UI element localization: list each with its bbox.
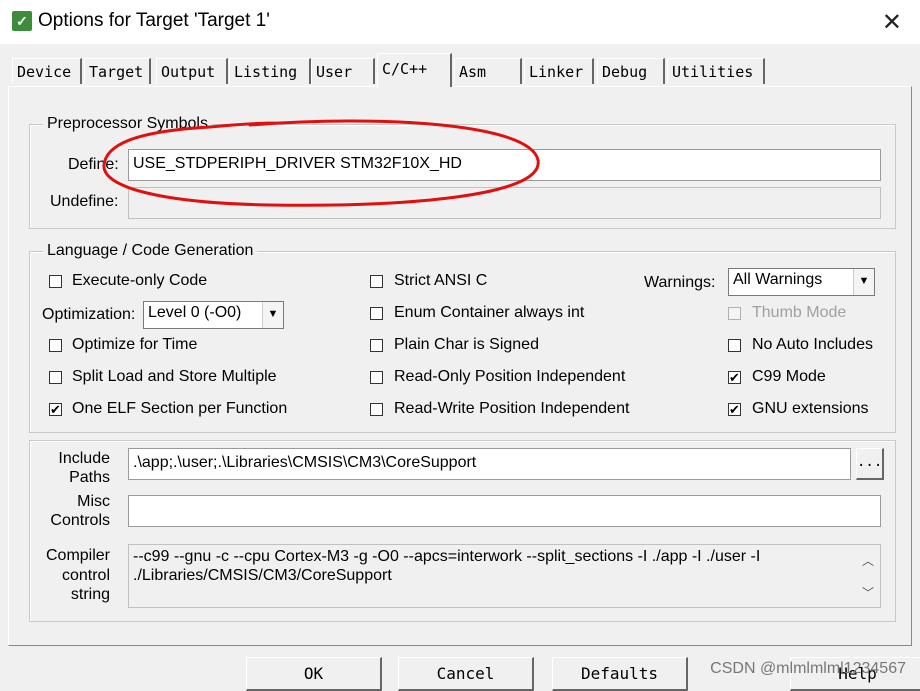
ok-button[interactable]: OK	[246, 657, 382, 691]
compiler-string-line-1: --c99 --gnu -c --cpu Cortex-M3 -g -O0 --…	[133, 548, 761, 565]
browse-include-button[interactable]: ...	[856, 448, 884, 480]
gnu-ext-checkbox[interactable]: ✔	[728, 403, 741, 416]
one-elf-label: One ELF Section per Function	[72, 400, 288, 417]
tab-asm[interactable]: Asm	[454, 58, 522, 84]
enum-container-checkbox[interactable]	[370, 307, 383, 320]
checkmark-icon: ✔	[729, 402, 740, 417]
split-load-label: Split Load and Store Multiple	[72, 368, 277, 385]
compiler-label-2: control	[61, 567, 110, 584]
split-load-checkbox[interactable]	[49, 371, 62, 384]
undefine-input[interactable]	[128, 187, 881, 219]
define-input[interactable]: USE_STDPERIPH_DRIVER STM32F10X_HD	[128, 149, 881, 181]
misc-label-2: Controls	[50, 512, 110, 529]
window-title: Options for Target 'Target 1'	[38, 10, 270, 31]
enum-container-label: Enum Container always int	[394, 304, 585, 321]
execute-only-checkbox[interactable]	[49, 275, 62, 288]
optimization-label: Optimization:	[42, 306, 136, 323]
check-logo-icon: ✓	[16, 12, 28, 29]
undefine-label: Undefine:	[50, 193, 119, 210]
warnings-select[interactable]: All Warnings ▼	[728, 268, 875, 296]
rw-pos-label: Read-Write Position Independent	[394, 400, 630, 417]
cancel-button[interactable]: Cancel	[398, 657, 534, 691]
one-elf-checkbox[interactable]: ✔	[49, 403, 62, 416]
plain-char-label: Plain Char is Signed	[394, 336, 539, 353]
thumb-mode-checkbox[interactable]	[728, 307, 741, 320]
checkmark-icon: ✔	[50, 402, 61, 417]
tab-debug[interactable]: Debug	[597, 58, 665, 84]
ro-pos-checkbox[interactable]	[370, 371, 383, 384]
no-auto-includes-checkbox[interactable]	[728, 339, 741, 352]
optimize-time-checkbox[interactable]	[49, 339, 62, 352]
strict-ansi-checkbox[interactable]	[370, 275, 383, 288]
thumb-mode-label: Thumb Mode	[752, 304, 847, 321]
include-paths-input[interactable]: .\app;.\user;.\Libraries\CMSIS\CM3\CoreS…	[128, 448, 851, 480]
misc-label-1: Misc	[77, 493, 110, 510]
no-auto-includes-label: No Auto Includes	[752, 336, 873, 353]
compiler-label-3: string	[70, 586, 110, 603]
chevron-down-icon: ▼	[262, 302, 283, 328]
include-label-1: Include	[58, 450, 110, 467]
optimization-select[interactable]: Level 0 (-O0) ▼	[143, 301, 284, 329]
c99-mode-label: C99 Mode	[752, 368, 826, 385]
checkmark-icon: ✔	[729, 370, 740, 385]
tab-utilities[interactable]: Utilities	[667, 58, 765, 84]
language-group-title: Language / Code Generation	[43, 242, 258, 260]
warnings-value: All Warnings	[733, 271, 823, 288]
gnu-ext-label: GNU extensions	[752, 400, 869, 417]
compiler-string-line-2: ./Libraries/CMSIS/CM3/CoreSupport	[133, 567, 392, 584]
plain-char-checkbox[interactable]	[370, 339, 383, 352]
execute-only-label: Execute-only Code	[72, 272, 208, 289]
ro-pos-label: Read-Only Position Independent	[394, 368, 626, 385]
close-icon[interactable]: ✕	[882, 8, 902, 37]
defaults-button[interactable]: Defaults	[552, 657, 688, 691]
rw-pos-checkbox[interactable]	[370, 403, 383, 416]
preprocessor-group-title: Preprocessor Symbols	[43, 115, 212, 133]
define-label: Define:	[68, 156, 119, 173]
include-label-2: Paths	[69, 469, 110, 486]
optimization-value: Level 0 (-O0)	[148, 304, 242, 321]
tab-c-cpp[interactable]: C/C++	[377, 53, 452, 87]
scroll-down-icon[interactable]: ﹀	[862, 584, 874, 601]
strict-ansi-label: Strict ANSI C	[394, 272, 488, 289]
tab-linker[interactable]: Linker	[524, 58, 594, 84]
app-icon: ✓	[12, 11, 32, 31]
scroll-up-icon[interactable]: ︿	[862, 552, 874, 569]
tab-output[interactable]: Output	[156, 58, 228, 84]
warnings-label: Warnings:	[644, 274, 716, 291]
chevron-down-icon: ▼	[853, 269, 874, 295]
compiler-string-box[interactable]: --c99 --gnu -c --cpu Cortex-M3 -g -O0 --…	[128, 544, 881, 608]
misc-controls-input[interactable]	[128, 495, 881, 527]
tab-target[interactable]: Target	[84, 58, 151, 84]
watermark: CSDN @mlmlmlml1234567	[710, 660, 906, 677]
tab-user[interactable]: User	[311, 58, 375, 84]
compiler-label-1: Compiler	[45, 547, 110, 564]
tab-listing[interactable]: Listing	[229, 58, 311, 84]
tab-device[interactable]: Device	[12, 58, 82, 84]
c99-mode-checkbox[interactable]: ✔	[728, 371, 741, 384]
optimize-time-label: Optimize for Time	[72, 336, 198, 353]
